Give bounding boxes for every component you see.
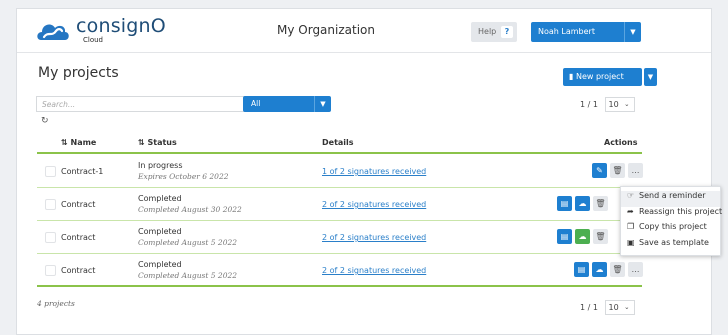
table-row: Contract Completed Completed August 30 2… [37, 188, 642, 221]
details-column-header: Details [322, 138, 354, 147]
table-row: Contract Completed Completed August 5 20… [37, 254, 643, 287]
pager-separator: / [587, 100, 591, 109]
project-count: 4 projects [37, 299, 75, 308]
project-status: In progress Expires October 6 2022 [138, 161, 229, 181]
pagination-top: 1 / 1 10 ⌄ [580, 97, 635, 112]
status-filter-select[interactable]: All ▼ [243, 96, 331, 112]
top-header: consignO Cloud My Organization Help ? No… [17, 9, 711, 53]
row-checkbox[interactable] [45, 265, 56, 276]
trash-icon[interactable]: 🗑 [593, 196, 608, 211]
row-checkbox[interactable] [45, 199, 56, 210]
trash-icon[interactable]: 🗑 [610, 262, 625, 277]
search-input[interactable]: Search... [36, 96, 254, 112]
name-column-header[interactable]: ⇅ Name [61, 138, 96, 147]
user-menu-button[interactable]: Noah Lambert ▼ [531, 22, 641, 42]
more-actions-icon[interactable]: … [628, 163, 643, 178]
pager-current: 1 [580, 100, 586, 109]
menu-item-send-reminder[interactable]: ☞ Send a reminder [621, 191, 720, 207]
pager-total: 1 [592, 303, 598, 312]
project-name[interactable]: Contract [61, 266, 95, 275]
per-page-value: 10 [608, 100, 619, 109]
signatures-link[interactable]: 2 of 2 signatures received [322, 233, 426, 242]
help-label: Help [478, 27, 497, 36]
signatures-link[interactable]: 2 of 2 signatures received [322, 200, 426, 209]
filter-value: All [251, 99, 261, 108]
project-status: Completed Completed August 5 2022 [138, 227, 238, 247]
project-status: Completed Completed August 5 2022 [138, 260, 238, 280]
chevron-down-icon[interactable]: ▼ [624, 22, 641, 42]
cloud-download-icon[interactable]: ☁ [592, 262, 607, 277]
row-actions-menu: ☞ Send a reminder ➦ Reassign this project … [620, 186, 722, 256]
signatures-link[interactable]: 2 of 2 signatures received [322, 266, 426, 275]
cloud-download-icon[interactable]: ☁ [575, 196, 590, 211]
brand-subtitle: Cloud [83, 36, 103, 44]
chevron-down-icon: ⌄ [624, 100, 630, 108]
trash-icon[interactable]: 🗑 [593, 229, 608, 244]
per-page-select[interactable]: 10 ⌄ [604, 97, 635, 112]
pager-total: 1 [592, 100, 598, 109]
row-checkbox[interactable] [45, 232, 56, 243]
pager-separator: / [587, 303, 591, 312]
per-page-select[interactable]: 10 ⌄ [604, 300, 635, 315]
brand-name: consignO [76, 15, 166, 37]
trash-icon[interactable]: 🗑 [610, 163, 625, 178]
help-button[interactable]: Help ? [471, 22, 517, 42]
menu-item-reassign-project[interactable]: ➦ Reassign this project [621, 206, 722, 223]
cloud-upload-icon[interactable]: ☁ [575, 229, 590, 244]
app-frame: consignO Cloud My Organization Help ? No… [16, 8, 722, 335]
refresh-icon[interactable]: ↻ [41, 116, 49, 126]
project-name[interactable]: Contract [61, 200, 95, 209]
chevron-down-icon: ⌄ [624, 303, 630, 311]
pager-current: 1 [580, 303, 586, 312]
status-column-header[interactable]: ⇅ Status [138, 138, 177, 147]
document-icon[interactable]: ▤ [557, 196, 572, 211]
per-page-value: 10 [608, 303, 619, 312]
user-name: Noah Lambert [538, 27, 595, 36]
brand-logo[interactable]: consignO Cloud [35, 15, 166, 48]
file-icon: ▮ [569, 72, 574, 81]
question-icon: ? [501, 26, 513, 38]
menu-item-copy-project[interactable]: ❐ Copy this project [621, 222, 720, 238]
new-project-button[interactable]: ▮ New project ▼ [563, 68, 657, 86]
pagination-bottom: 1 / 1 10 ⌄ [580, 300, 635, 315]
sort-icon: ⇅ [138, 138, 145, 147]
share-arrow-icon: ➦ [627, 206, 634, 216]
table-row: Contract Completed Completed August 5 20… [37, 221, 642, 254]
table-header: ⇅ Name ⇅ Status Details Actions [37, 132, 642, 154]
new-project-dropdown-icon[interactable]: ▼ [644, 68, 657, 86]
sort-icon: ⇅ [61, 138, 68, 147]
document-icon[interactable]: ▤ [574, 262, 589, 277]
row-checkbox[interactable] [45, 166, 56, 177]
new-project-label: New project [575, 72, 624, 81]
table-row: Contract-1 In progress Expires October 6… [37, 155, 643, 188]
edit-icon[interactable]: ✎ [592, 163, 607, 178]
chevron-down-icon: ▼ [314, 96, 331, 112]
hand-point-icon: ☞ [627, 191, 635, 200]
page-title: My projects [38, 65, 119, 81]
organization-title: My Organization [277, 23, 375, 37]
project-status: Completed Completed August 30 2022 [138, 194, 242, 214]
more-actions-icon[interactable]: … [628, 262, 643, 277]
consigno-cloud-logo-icon [37, 24, 69, 40]
document-icon[interactable]: ▤ [557, 229, 572, 244]
menu-item-save-template[interactable]: ▣ Save as template [621, 238, 720, 254]
copy-icon: ❐ [627, 222, 635, 231]
actions-column-header: Actions [604, 138, 638, 147]
template-icon: ▣ [627, 237, 635, 247]
project-name[interactable]: Contract [61, 233, 95, 242]
project-name[interactable]: Contract-1 [61, 167, 103, 176]
signatures-link[interactable]: 1 of 2 signatures received [322, 167, 426, 176]
